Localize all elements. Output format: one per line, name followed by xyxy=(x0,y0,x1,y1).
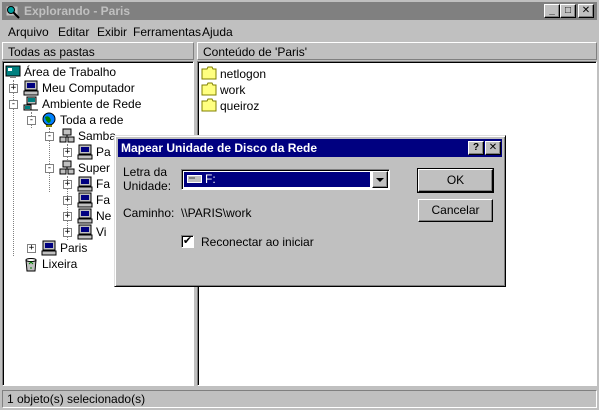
expand-toggle[interactable]: + xyxy=(63,212,72,221)
recycle-bin-icon xyxy=(25,258,37,272)
close-button[interactable]: ✕ xyxy=(578,4,594,18)
tree-item-label: Área de Trabalho xyxy=(24,65,117,79)
computer-icon xyxy=(77,208,93,224)
title-bar[interactable]: Explorando - Paris _ □ ✕ xyxy=(2,2,597,20)
tree-item-label: Ne xyxy=(96,209,112,223)
tree-item-label: Vi xyxy=(96,225,107,239)
help-button[interactable]: ? xyxy=(468,141,484,155)
tree-item-label: Fa xyxy=(96,193,111,207)
menu-arquivo[interactable]: Arquivo xyxy=(8,25,49,39)
computer-icon xyxy=(77,144,93,160)
menu-editar[interactable]: Editar xyxy=(58,25,89,39)
expand-toggle[interactable]: + xyxy=(63,228,72,237)
list-item-label: work xyxy=(220,83,246,97)
tree-item-label: Super xyxy=(78,161,111,175)
tree-item-label: Lixeira xyxy=(42,257,78,271)
network-drive-icon xyxy=(187,175,202,183)
folder-icon xyxy=(201,82,217,96)
tree-item-label: Pa xyxy=(96,145,111,159)
tree-item-label: Ambiente de Rede xyxy=(42,97,142,111)
drive-letter-selected: F: xyxy=(184,172,370,187)
explorer-window: Explorando - Paris _ □ ✕ Arquivo Editar … xyxy=(0,0,599,410)
left-pane-header: Todas as pastas xyxy=(2,42,194,60)
folder-icon xyxy=(201,98,217,112)
chevron-down-icon[interactable] xyxy=(372,171,388,188)
status-bar: 1 objeto(s) selecionado(s) xyxy=(2,390,597,408)
menu-bar: Arquivo Editar Exibir Ferramentas Ajuda xyxy=(2,22,597,41)
workgroup-icon xyxy=(59,128,75,143)
path-label: Caminho: xyxy=(123,206,175,220)
maximize-button[interactable]: □ xyxy=(560,4,576,18)
minimize-icon: _ xyxy=(549,5,555,16)
close-icon: ✕ xyxy=(488,142,498,153)
ok-button[interactable]: OK xyxy=(417,168,494,193)
window-title: Explorando - Paris xyxy=(24,4,131,18)
tree-item-label: Paris xyxy=(60,241,88,255)
dialog-title-bar[interactable]: Mapear Unidade de Disco da Rede ? ✕ xyxy=(118,139,502,157)
path-value: \\PARIS\work xyxy=(181,206,252,220)
cancel-button[interactable]: Cancelar xyxy=(418,199,493,222)
expand-toggle[interactable]: + xyxy=(63,148,72,157)
reconnect-checkbox[interactable]: ✔ xyxy=(181,235,194,248)
dialog-close-button[interactable]: ✕ xyxy=(485,141,501,155)
menu-exibir[interactable]: Exibir xyxy=(97,25,127,39)
folder-icon xyxy=(201,66,217,80)
computer-icon xyxy=(77,224,93,240)
tree-item-label: Toda a rede xyxy=(60,113,124,127)
reconnect-label[interactable]: Reconectar ao iniciar xyxy=(201,235,314,249)
computer-icon xyxy=(77,192,93,208)
collapse-toggle[interactable]: - xyxy=(45,164,54,173)
menu-ferramentas[interactable]: Ferramentas xyxy=(133,25,201,39)
minimize-button[interactable]: _ xyxy=(544,4,560,18)
map-network-drive-dialog: Mapear Unidade de Disco da Rede ? ✕ Letr… xyxy=(114,135,506,287)
drive-letter-value: F: xyxy=(205,172,216,186)
computer-icon xyxy=(77,176,93,192)
drive-letter-label: Letra da xyxy=(123,165,168,179)
close-icon: ✕ xyxy=(581,5,591,16)
menu-ajuda[interactable]: Ajuda xyxy=(202,25,233,39)
drive-letter-label: Unidade: xyxy=(123,179,172,193)
tree-item-label: Samba xyxy=(78,129,117,143)
right-pane-header: Conteúdo de 'Paris' xyxy=(197,42,597,60)
expand-toggle[interactable]: + xyxy=(63,196,72,205)
collapse-toggle[interactable]: - xyxy=(45,132,54,141)
collapse-toggle[interactable]: - xyxy=(9,100,18,109)
drive-letter-select[interactable]: F: xyxy=(181,169,390,190)
computer-icon xyxy=(41,240,57,256)
desktop-icon xyxy=(5,65,21,78)
expand-toggle[interactable]: + xyxy=(27,244,36,253)
dialog-title: Mapear Unidade de Disco da Rede xyxy=(121,141,318,155)
help-icon: ? xyxy=(472,142,480,153)
maximize-icon: □ xyxy=(564,5,572,16)
workgroup-icon xyxy=(59,160,75,175)
list-item-label: queiroz xyxy=(220,99,260,113)
network-icon xyxy=(23,96,38,111)
globe-icon xyxy=(42,112,56,127)
expand-toggle[interactable]: + xyxy=(63,180,72,189)
tree-item-label: Meu Computador xyxy=(42,81,135,95)
explorer-icon xyxy=(5,5,20,19)
computer-icon xyxy=(23,80,39,96)
list-item-label: netlogon xyxy=(220,67,267,81)
tree-item-label: Fa xyxy=(96,177,111,191)
expand-toggle[interactable]: + xyxy=(9,84,18,93)
collapse-toggle[interactable]: - xyxy=(27,116,36,125)
